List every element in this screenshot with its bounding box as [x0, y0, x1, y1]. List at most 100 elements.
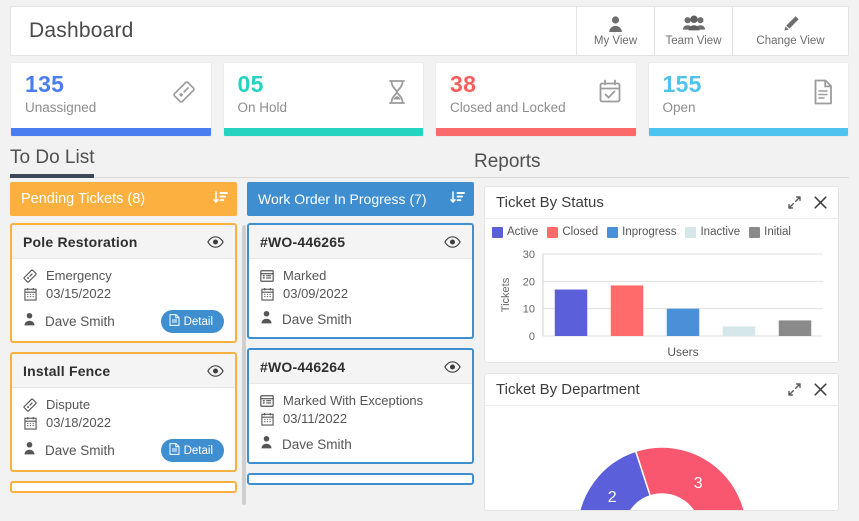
card-title: Install Fence [23, 362, 111, 379]
svg-text:2: 2 [607, 489, 616, 506]
list-item[interactable]: #WO-446264 Marked With Exceptions 03/11/… [247, 348, 474, 464]
stat-card-open[interactable]: 155 Open [647, 62, 849, 137]
card-type-row: Marked [260, 268, 461, 283]
card-owner-row: Dave Smith Detail [23, 310, 224, 333]
donut-chart-canvas: 23 [578, 446, 745, 510]
legend-swatch [547, 226, 559, 238]
column-pending-tickets: Pole Restoration Emergency 03/15/2022 Da… [10, 223, 237, 502]
detail-button[interactable]: Detail [160, 439, 224, 462]
card-date: 03/11/2022 [283, 411, 348, 426]
close-icon[interactable] [814, 196, 827, 209]
expand-icon[interactable] [788, 196, 801, 209]
legend-item-initial[interactable]: Initial [749, 226, 791, 238]
card-header: #WO-446265 [249, 225, 472, 259]
column-header-work-order-in-progress[interactable]: Work Order In Progress (7) [247, 182, 474, 216]
card-title: Pole Restoration [23, 233, 138, 250]
tag-icon [171, 79, 197, 110]
tab-divider [10, 177, 849, 178]
stat-accent-bar [648, 128, 848, 136]
document-icon [812, 79, 834, 110]
legend-swatch [492, 226, 503, 238]
card-header: #WO-446264 [249, 350, 472, 384]
stat-card-unassigned[interactable]: 135 Unassigned [10, 62, 212, 137]
card-header: Pole Restoration [12, 225, 235, 259]
card-body: Emergency 03/15/2022 Dave Smith Detail [12, 259, 235, 341]
list-item[interactable] [10, 481, 237, 493]
card-type-row: Marked With Exceptions [260, 393, 461, 408]
page-title: Dashboard [29, 19, 134, 42]
stat-value: 38 [450, 71, 477, 97]
column-title: Work Order In Progress (7) [258, 191, 427, 207]
card-date-row: 03/18/2022 [23, 415, 224, 430]
person-icon [607, 15, 624, 33]
document-icon [169, 314, 180, 329]
svg-text:Tickets: Tickets [500, 277, 512, 312]
list-item[interactable] [247, 473, 474, 485]
legend-label: Inprogress [622, 226, 677, 238]
list-item[interactable]: Install Fence Dispute 03/18/2022 Dave Sm… [10, 352, 237, 472]
reports-panel: Ticket By Status Active Closed Inprogres… [484, 186, 839, 521]
svg-text:30: 30 [523, 249, 535, 261]
document-icon [169, 443, 180, 458]
column-work-order-in-progress: #WO-446265 Marked 03/09/2022 Dave Smith … [247, 223, 474, 502]
list-item[interactable]: #WO-446265 Marked 03/09/2022 Dave Smith [247, 223, 474, 339]
eye-icon[interactable] [444, 235, 461, 248]
my-view-button[interactable]: My View [576, 7, 654, 55]
stat-card-on-hold[interactable]: 05 On Hold [222, 62, 424, 137]
change-view-button[interactable]: Change View [732, 7, 848, 55]
card-date-row: 03/11/2022 [260, 411, 461, 426]
tag-icon [23, 268, 37, 283]
eye-icon[interactable] [444, 360, 461, 373]
sort-descending-icon[interactable] [450, 190, 465, 208]
report-card-ticket-by-department: Ticket By Department 23 [484, 373, 839, 511]
legend-item-inactive[interactable]: Inactive [685, 226, 740, 238]
tab-to-do-list[interactable]: To Do List [10, 147, 95, 178]
detail-button[interactable]: Detail [160, 310, 224, 333]
column-title: Pending Tickets (8) [21, 191, 146, 207]
person-icon [260, 310, 273, 329]
card-owner-row: Dave Smith [260, 310, 461, 329]
card-owner: Dave Smith [45, 314, 115, 329]
legend-swatch [685, 226, 697, 238]
stat-cards: 135 Unassigned 05 On Hold 38 Closed and … [10, 62, 849, 137]
stat-label: Closed and Locked [450, 100, 566, 116]
legend-label: Inactive [700, 226, 741, 238]
legend-item-closed[interactable]: Closed [547, 226, 598, 238]
card-owner-row: Dave Smith [260, 435, 461, 454]
card-date: 03/09/2022 [283, 286, 349, 301]
card-title: #WO-446265 [260, 233, 346, 250]
sort-descending-icon[interactable] [213, 190, 228, 209]
tab-bar: To Do List Reports [0, 146, 859, 178]
list-icon [260, 394, 274, 407]
stat-card-closed-and-locked[interactable]: 38 Closed and Locked [435, 62, 637, 137]
team-view-label: Team View [665, 35, 722, 47]
legend-item-active[interactable]: Active [492, 226, 538, 238]
card-body: Dispute 03/18/2022 Dave Smith Detail [12, 388, 235, 470]
hourglass-icon [385, 79, 409, 110]
card-type-row: Emergency [23, 268, 224, 283]
team-view-button[interactable]: Team View [654, 7, 732, 55]
card-header: Install Fence [12, 354, 235, 388]
calendar-icon [23, 287, 37, 301]
card-date: 03/15/2022 [46, 286, 112, 301]
legend-item-inprogress[interactable]: Inprogress [607, 226, 676, 238]
legend-label: Active [507, 226, 539, 238]
top-bar: Dashboard My View Team View Change View [10, 6, 849, 56]
expand-icon[interactable] [788, 383, 801, 396]
card-type-row: Dispute [23, 397, 224, 412]
card-body: Marked 03/09/2022 Dave Smith [249, 259, 472, 337]
stat-accent-bar [11, 128, 211, 136]
to-do-scrollbar[interactable] [242, 225, 246, 505]
close-icon[interactable] [814, 383, 827, 396]
list-item[interactable]: Pole Restoration Emergency 03/15/2022 Da… [10, 223, 237, 343]
report-title: Ticket By Status [496, 194, 604, 211]
tab-reports[interactable]: Reports [474, 151, 541, 178]
svg-text:10: 10 [523, 304, 535, 316]
to-do-list-panel: Pending Tickets (8) Work Order In Progre… [10, 182, 475, 521]
card-body: Marked With Exceptions 03/11/2022 Dave S… [249, 384, 472, 462]
eye-icon[interactable] [207, 235, 224, 248]
card-date: 03/18/2022 [46, 415, 112, 430]
column-header-pending-tickets[interactable]: Pending Tickets (8) [10, 182, 237, 216]
eye-icon[interactable] [207, 364, 224, 377]
stat-label: On Hold [237, 100, 288, 116]
